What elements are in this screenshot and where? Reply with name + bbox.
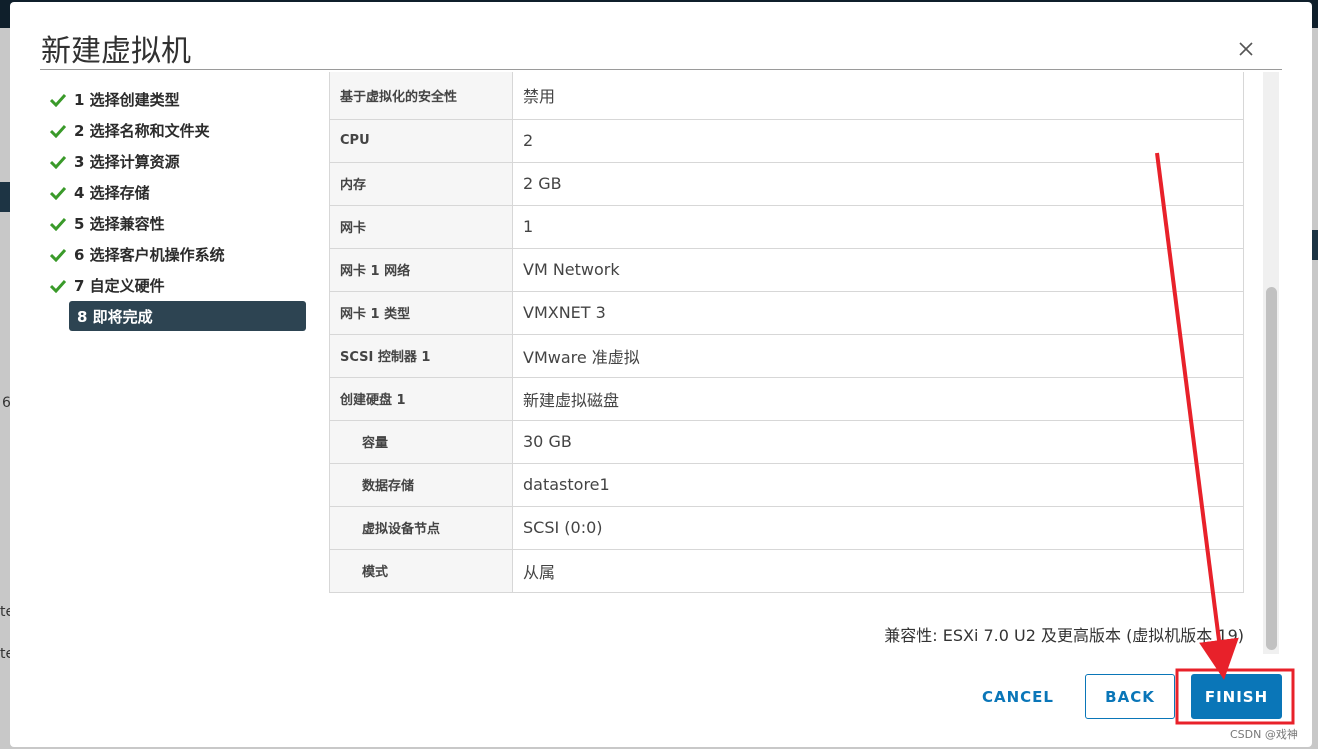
- row-label: 容量: [329, 419, 513, 464]
- review-table: 基于虚拟化的安全性 禁用 CPU 2 内存 2 GB 网卡 1 网卡 1 网络 VM Networ…: [329, 72, 1244, 593]
- checkmark-icon: [50, 121, 74, 141]
- wizard-step-label: 8 即将完成: [77, 307, 153, 326]
- row-value: 2: [512, 118, 1244, 163]
- wizard-step-label: 2 选择名称和文件夹: [74, 122, 210, 140]
- wizard-step-label: 1 选择创建类型: [74, 91, 180, 109]
- back-button[interactable]: BACK: [1085, 674, 1175, 719]
- close-icon[interactable]: [1235, 38, 1257, 60]
- wizard-step[interactable]: 7 自定义硬件: [50, 270, 310, 301]
- table-row: CPU 2: [329, 118, 1244, 163]
- table-row: 模式 从属: [329, 548, 1244, 593]
- row-value: datastore1: [512, 462, 1244, 507]
- cancel-button[interactable]: CANCEL: [970, 674, 1066, 719]
- wizard-step[interactable]: 6 选择客户机操作系统: [50, 239, 310, 270]
- scrollbar-track[interactable]: [1263, 72, 1279, 654]
- row-label: 基于虚拟化的安全性: [329, 72, 513, 120]
- table-row: 网卡 1: [329, 204, 1244, 249]
- checkmark-icon: [50, 152, 74, 172]
- wizard-step[interactable]: 2 选择名称和文件夹: [50, 115, 310, 146]
- row-value: 从属: [512, 548, 1244, 593]
- row-label: 数据存储: [329, 462, 513, 507]
- checkmark-icon: [50, 276, 74, 296]
- row-label: 内存: [329, 161, 513, 206]
- checkmark-icon: [50, 245, 74, 265]
- header-divider: [40, 69, 1282, 70]
- row-value: VM Network: [512, 247, 1244, 292]
- row-value: 禁用: [512, 72, 1244, 120]
- wizard-steps: 1 选择创建类型 2 选择名称和文件夹 3 选择计算资源 4 选择存储 5 选择…: [50, 84, 310, 331]
- row-label: 模式: [329, 548, 513, 593]
- table-row: 内存 2 GB: [329, 161, 1244, 206]
- scrollbar-thumb[interactable]: [1266, 287, 1277, 650]
- row-value: 2 GB: [512, 161, 1244, 206]
- table-row: 数据存储 datastore1: [329, 462, 1244, 507]
- table-row: 基于虚拟化的安全性 禁用: [329, 72, 1244, 120]
- wizard-step[interactable]: 5 选择兼容性: [50, 208, 310, 239]
- table-row: 网卡 1 类型 VMXNET 3: [329, 290, 1244, 335]
- row-value: SCSI (0:0): [512, 505, 1244, 550]
- wizard-step-label: 3 选择计算资源: [74, 153, 180, 171]
- wizard-step-active[interactable]: 8 即将完成: [69, 301, 306, 331]
- row-label: 创建硬盘 1: [329, 376, 513, 421]
- wizard-step-label: 5 选择兼容性: [74, 215, 165, 233]
- checkmark-icon: [50, 90, 74, 110]
- row-label: 虚拟设备节点: [329, 505, 513, 550]
- wizard-step-label: 4 选择存储: [74, 184, 150, 202]
- compatibility-text: 兼容性: ESXi 7.0 U2 及更高版本 (虚拟机版本 19): [884, 626, 1244, 645]
- checkmark-icon: [50, 183, 74, 203]
- wizard-step[interactable]: 1 选择创建类型: [50, 84, 310, 115]
- table-row: 虚拟设备节点 SCSI (0:0): [329, 505, 1244, 550]
- row-value: 新建虚拟磁盘: [512, 376, 1244, 421]
- finish-button[interactable]: FINISH: [1191, 674, 1282, 719]
- row-label: 网卡 1 类型: [329, 290, 513, 335]
- row-label: 网卡: [329, 204, 513, 249]
- row-value: 30 GB: [512, 419, 1244, 464]
- row-label: CPU: [329, 118, 513, 163]
- watermark-text: CSDN @戏神: [1230, 728, 1298, 741]
- table-row: SCSI 控制器 1 VMware 准虚拟: [329, 333, 1244, 378]
- row-label: 网卡 1 网络: [329, 247, 513, 292]
- row-label: SCSI 控制器 1: [329, 333, 513, 378]
- table-row: 容量 30 GB: [329, 419, 1244, 464]
- checkmark-icon: [50, 214, 74, 234]
- row-value: VMware 准虚拟: [512, 333, 1244, 378]
- wizard-step[interactable]: 4 选择存储: [50, 177, 310, 208]
- row-value: VMXNET 3: [512, 290, 1244, 335]
- table-row: 网卡 1 网络 VM Network: [329, 247, 1244, 292]
- dialog-title: 新建虚拟机: [41, 34, 191, 69]
- review-table-container: 基于虚拟化的安全性 禁用 CPU 2 内存 2 GB 网卡 1 网卡 1 网络 VM Networ…: [329, 72, 1244, 605]
- wizard-step-label: 6 选择客户机操作系统: [74, 246, 225, 264]
- wizard-step-label: 7 自定义硬件: [74, 277, 165, 295]
- wizard-step[interactable]: 3 选择计算资源: [50, 146, 310, 177]
- row-value: 1: [512, 204, 1244, 249]
- table-row: 创建硬盘 1 新建虚拟磁盘: [329, 376, 1244, 421]
- new-vm-dialog: 新建虚拟机 1 选择创建类型 2 选择名称和文件夹 3 选择计算资源 4 选择存…: [10, 2, 1312, 747]
